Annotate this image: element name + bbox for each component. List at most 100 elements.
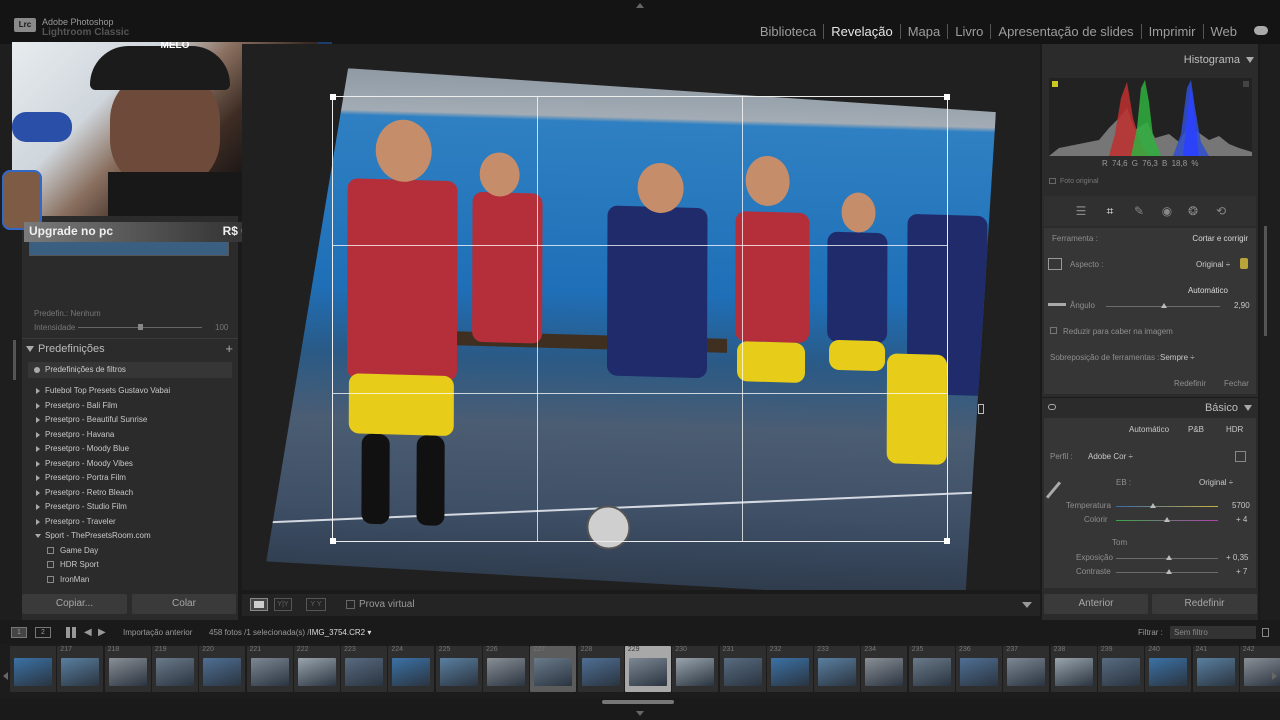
masking-icon[interactable]: ❂: [1186, 204, 1200, 218]
previous-button[interactable]: Anterior: [1044, 594, 1148, 614]
aspect-dropdown[interactable]: Original ÷: [1196, 260, 1230, 269]
filter-presets-dropdown[interactable]: Predefinições de filtros: [28, 362, 232, 378]
module-1[interactable]: Revelação: [823, 24, 899, 39]
crop-tool-icon[interactable]: ⌗: [1103, 204, 1117, 218]
histogram-header[interactable]: Histograma: [1184, 54, 1254, 66]
module-0[interactable]: Biblioteca: [753, 24, 823, 39]
photo-count[interactable]: 458 fotos /1 selecionada(s) /IMG_3754.CR…: [209, 628, 371, 637]
original-photo-toggle[interactable]: Foto original: [1049, 178, 1099, 185]
temperature-value[interactable]: 5700: [1232, 501, 1250, 510]
preset-item[interactable]: HDR Sport: [28, 558, 232, 573]
filmstrip-cell[interactable]: 236: [956, 646, 1002, 692]
filmstrip-cell[interactable]: 226: [483, 646, 529, 692]
crop-overlay[interactable]: [330, 94, 950, 544]
back-arrow-icon[interactable]: ◀: [84, 627, 92, 638]
secondary-window-toggle[interactable]: 2: [35, 627, 51, 638]
preset-folder[interactable]: Presetpro - Beautiful Sunrise: [28, 413, 232, 428]
filmstrip-cell[interactable]: 232: [766, 646, 813, 692]
module-2[interactable]: Mapa: [899, 24, 948, 39]
module-3[interactable]: Livro: [947, 24, 990, 39]
history-icon[interactable]: ⟲: [1214, 204, 1228, 218]
preset-folder[interactable]: Presetpro - Moody Blue: [28, 442, 232, 457]
paste-button[interactable]: Colar: [132, 594, 236, 614]
filmstrip-cell[interactable]: 234: [861, 646, 908, 692]
tab-auto[interactable]: Automático: [1129, 425, 1169, 434]
filmstrip-cell[interactable]: 221: [246, 646, 293, 692]
filmstrip-cell[interactable]: 238: [1050, 646, 1097, 692]
right-scrollbar[interactable]: [1264, 226, 1267, 336]
amount-slider-knob[interactable]: [138, 324, 143, 330]
overlay-dropdown[interactable]: Sempre ÷: [1160, 353, 1195, 362]
navigator-preview[interactable]: [29, 240, 229, 256]
filmstrip-cell[interactable]: 223: [341, 646, 388, 692]
angle-slider-knob[interactable]: [1161, 303, 1167, 308]
soft-proof-checkbox[interactable]: [346, 600, 355, 609]
preset-folder[interactable]: Presetpro - Studio Film: [28, 500, 232, 515]
forward-arrow-icon[interactable]: ▶: [98, 627, 106, 638]
preset-folder[interactable]: Presetpro - Traveler: [28, 515, 232, 530]
before-after-icon[interactable]: Y|Y: [274, 598, 292, 611]
tint-slider-knob[interactable]: [1164, 517, 1170, 522]
preset-item[interactable]: Game Day: [28, 544, 232, 559]
preset-folder[interactable]: Futebol Top Presets Gustavo Vabai: [28, 384, 232, 399]
filter-lock-icon[interactable]: [1262, 628, 1269, 637]
collapse-triangle-icon[interactable]: [1246, 57, 1254, 64]
healing-brush-icon[interactable]: ✎: [1132, 204, 1146, 218]
temperature-slider[interactable]: [1116, 506, 1218, 507]
original-photo-checkbox[interactable]: [1049, 178, 1056, 185]
basic-section-header[interactable]: Básico: [1042, 397, 1258, 417]
profile-browser-icon[interactable]: [1235, 451, 1246, 462]
crop-corner-handle[interactable]: [944, 538, 950, 544]
aspect-crop-icon[interactable]: [1048, 258, 1062, 270]
preset-folder[interactable]: Presetpro - Retro Bleach: [28, 486, 232, 501]
filmstrip-cell[interactable]: 224: [388, 646, 435, 692]
filmstrip-source[interactable]: Importação anterior: [123, 628, 192, 637]
red-eye-icon[interactable]: ◉: [1160, 204, 1174, 218]
module-4[interactable]: Apresentação de slides: [990, 24, 1140, 39]
photo-canvas[interactable]: [242, 44, 1040, 590]
presets-section-header[interactable]: Predefinições +: [22, 338, 238, 358]
bottom-panel-toggle-icon[interactable]: [636, 711, 644, 716]
exposure-value[interactable]: + 0,35: [1226, 553, 1248, 562]
reset-button[interactable]: Redefinir: [1152, 594, 1257, 614]
module-6[interactable]: Web: [1202, 24, 1245, 39]
filmstrip-cell[interactable]: 229: [624, 646, 671, 692]
filmstrip-cell[interactable]: 231: [719, 646, 766, 692]
auto-straighten-button[interactable]: Automático: [1188, 286, 1228, 295]
filmstrip-cell[interactable]: 237: [1003, 646, 1050, 692]
filmstrip-cell[interactable]: 228: [577, 646, 624, 692]
toolbar-menu-icon[interactable]: [1022, 602, 1032, 608]
collapse-triangle-icon[interactable]: [26, 346, 34, 352]
adjust-sliders-icon[interactable]: ☰: [1074, 204, 1088, 218]
tab-bw[interactable]: P&B: [1188, 425, 1204, 434]
lock-icon[interactable]: [1240, 258, 1248, 269]
filmstrip-cell[interactable]: [10, 646, 56, 692]
preset-folder[interactable]: Presetpro - Portra Film: [28, 471, 232, 486]
filmstrip-cell[interactable]: 218: [104, 646, 151, 692]
histogram[interactable]: [1049, 78, 1252, 156]
preset-folder[interactable]: Presetpro - Bali Film: [28, 399, 232, 414]
wb-dropdown[interactable]: Original ÷: [1199, 478, 1233, 487]
exposure-slider-knob[interactable]: [1166, 555, 1172, 560]
profile-dropdown[interactable]: Adobe Cor ÷: [1088, 452, 1133, 461]
eyedropper-icon[interactable]: [1045, 481, 1062, 499]
angle-value[interactable]: 2,90: [1234, 301, 1250, 310]
crop-reset-button[interactable]: Redefinir: [1174, 379, 1206, 388]
loupe-view-icon[interactable]: [250, 598, 268, 611]
add-preset-icon[interactable]: +: [225, 341, 233, 356]
cloud-sync-icon[interactable]: [1254, 26, 1268, 35]
filmstrip-right-icon[interactable]: [1272, 672, 1277, 680]
filmstrip-scrollbar[interactable]: [602, 700, 674, 704]
filmstrip-left-icon[interactable]: [3, 672, 8, 680]
preset-folder[interactable]: Sport - ThePresetsRoom.com: [28, 529, 232, 544]
main-window-toggle[interactable]: 1: [11, 627, 27, 638]
module-5[interactable]: Imprimir: [1140, 24, 1203, 39]
crop-corner-handle[interactable]: [944, 94, 950, 100]
filmstrip-cell[interactable]: 222: [293, 646, 340, 692]
filmstrip-cell[interactable]: 217: [57, 646, 104, 692]
preset-item[interactable]: IronMan: [28, 573, 232, 588]
filmstrip-cell[interactable]: 225: [435, 646, 482, 692]
filmstrip-cell[interactable]: 240: [1145, 646, 1192, 692]
crop-close-button[interactable]: Fechar: [1224, 379, 1249, 388]
visibility-eye-icon[interactable]: [1048, 404, 1056, 410]
